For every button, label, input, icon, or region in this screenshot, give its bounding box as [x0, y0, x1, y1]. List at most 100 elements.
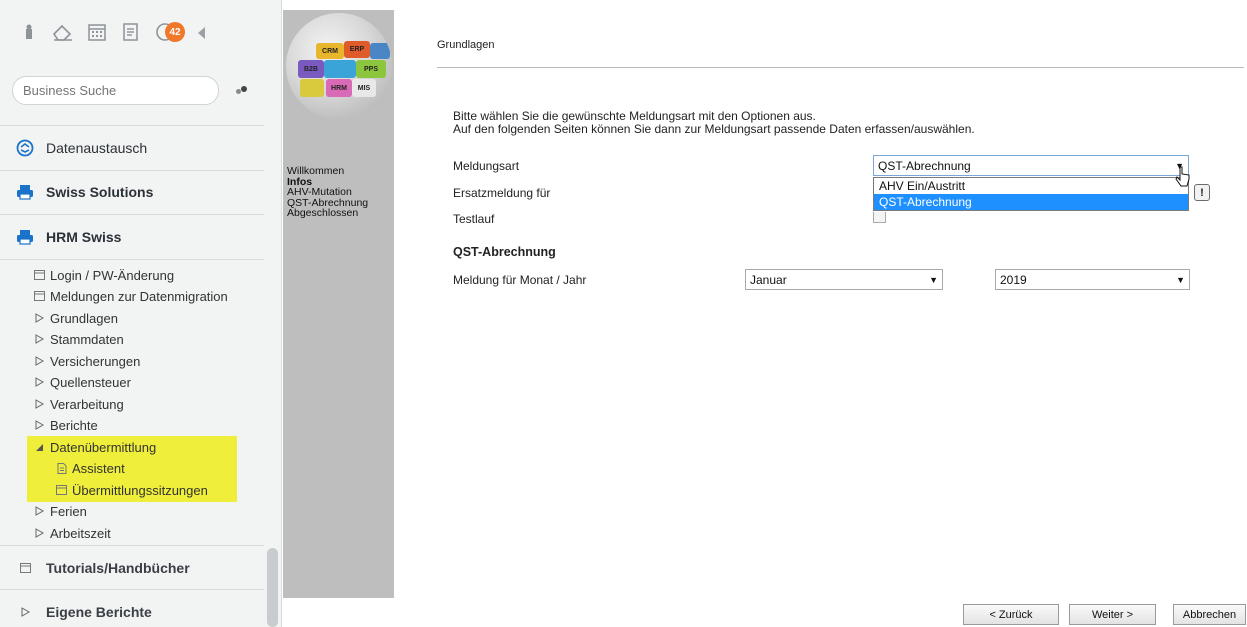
- sub-grundlagen-label: Grundlagen: [50, 310, 118, 326]
- sub-datenuebermittlung[interactable]: Datenübermittlung: [34, 437, 156, 457]
- nav-hrm-swiss[interactable]: HRM Swiss: [0, 215, 264, 259]
- logo-piece: ERP: [344, 41, 370, 58]
- ersatzmeldung-info-button[interactable]: !: [1194, 184, 1210, 201]
- sub-verarbeitung-label: Verarbeitung: [50, 396, 124, 412]
- sub-assistent[interactable]: Assistent: [56, 458, 125, 478]
- triangle-right-icon: [34, 528, 45, 539]
- next-button[interactable]: Weiter >: [1069, 604, 1156, 625]
- sub-berichte-label: Berichte: [50, 417, 98, 433]
- nav-hrm-swiss-label: HRM Swiss: [46, 229, 122, 245]
- triangle-right-icon: [16, 603, 34, 621]
- meldungsart-select[interactable]: QST-Abrechnung ▼: [873, 155, 1189, 176]
- back-button[interactable]: < Zurück: [963, 604, 1059, 625]
- logo-piece-blank: [300, 79, 324, 97]
- triangle-right-icon: [34, 399, 45, 410]
- triangle-right-icon: [34, 334, 45, 345]
- year-value: 2019: [1000, 272, 1027, 287]
- nav-swiss-solutions-label: Swiss Solutions: [46, 184, 154, 200]
- sub-stammdaten-label: Stammdaten: [50, 331, 124, 347]
- business-search-input[interactable]: [12, 76, 219, 105]
- logo-piece-blank: [370, 43, 390, 59]
- year-select[interactable]: 2019 ▼: [995, 269, 1190, 290]
- window-icon: [16, 559, 34, 577]
- notification-badge[interactable]: 42: [165, 22, 185, 42]
- section-heading: QST-Abrechnung: [453, 245, 556, 259]
- chevron-down-icon: ▼: [929, 274, 938, 285]
- divider: [0, 259, 264, 260]
- sub-quellensteuer-label: Quellensteuer: [50, 374, 131, 390]
- triangle-down-icon: [34, 442, 45, 453]
- nav-tutorials-label: Tutorials/Handbücher: [46, 560, 190, 576]
- triangle-right-icon: [34, 377, 45, 388]
- chevron-down-icon: ▼: [1176, 274, 1185, 285]
- testlauf-checkbox[interactable]: [873, 212, 886, 223]
- sub-grundlagen[interactable]: Grundlagen: [34, 308, 118, 328]
- ersatzmeldung-label: Ersatzmeldung für: [453, 186, 551, 200]
- user-pin-icon[interactable]: [18, 21, 40, 43]
- option-qst-abrechnung[interactable]: QST-Abrechnung: [874, 194, 1188, 210]
- sub-versicherungen-label: Versicherungen: [50, 353, 141, 369]
- sub-verarbeitung[interactable]: Verarbeitung: [34, 394, 124, 414]
- sub-meldungen-datenmigration-label: Meldungen zur Datenmigration: [50, 288, 228, 304]
- nav-swiss-solutions[interactable]: Swiss Solutions: [0, 170, 264, 214]
- sub-ferien[interactable]: Ferien: [34, 501, 87, 521]
- option-ahv-ein-austritt[interactable]: AHV Ein/Austritt: [874, 178, 1188, 194]
- sidebar-toolbar: [18, 20, 176, 44]
- logo-piece: HRM: [326, 79, 352, 97]
- logo-piece: CRM: [316, 43, 344, 59]
- list-doc-icon[interactable]: [120, 21, 142, 43]
- puzzle-globe-logo: CRM ERP B2B PPS HRM MIS: [286, 13, 392, 119]
- window-icon: [34, 291, 45, 302]
- triangle-right-icon: [34, 313, 45, 324]
- window-icon: [56, 485, 67, 496]
- breadcrumb: Grundlagen: [437, 39, 495, 51]
- sub-uebermittlungssitzungen-label: Übermittlungssitzungen: [72, 482, 208, 498]
- meldungsart-value: QST-Abrechnung: [878, 158, 971, 173]
- window-icon: [34, 270, 45, 281]
- breadcrumb-divider: [437, 67, 1244, 68]
- step-willkommen[interactable]: Willkommen: [287, 166, 392, 177]
- nav-datenaustausch[interactable]: Datenaustausch: [0, 126, 264, 170]
- eraser-icon[interactable]: [52, 21, 74, 43]
- sidebar-scrollbar-thumb[interactable]: [267, 548, 278, 627]
- sub-ferien-label: Ferien: [50, 503, 87, 519]
- triangle-right-icon: [34, 420, 45, 431]
- sub-datenuebermittlung-label: Datenübermittlung: [50, 439, 157, 455]
- search-options-icon[interactable]: [236, 86, 250, 94]
- wizard-steps-panel: CRM ERP B2B PPS HRM MIS Willkommen Infos…: [283, 10, 394, 598]
- testlauf-label: Testlauf: [453, 212, 495, 226]
- sub-stammdaten[interactable]: Stammdaten: [34, 329, 124, 349]
- sub-uebermittlungssitzungen[interactable]: Übermittlungssitzungen: [56, 480, 208, 500]
- nav-tutorials[interactable]: Tutorials/Handbücher: [0, 546, 264, 590]
- sub-versicherungen[interactable]: Versicherungen: [34, 351, 140, 371]
- monat-jahr-label: Meldung für Monat / Jahr: [453, 273, 587, 287]
- step-ahv-mutation[interactable]: AHV-Mutation: [287, 187, 392, 198]
- sub-quellensteuer[interactable]: Quellensteuer: [34, 372, 131, 392]
- nav-datenaustausch-label: Datenaustausch: [46, 140, 148, 156]
- nav-eigene-berichte-label: Eigene Berichte: [46, 604, 152, 620]
- meldungsart-label: Meldungsart: [453, 159, 520, 173]
- document-icon: [56, 462, 67, 474]
- month-value: Januar: [750, 272, 787, 287]
- sub-assistent-label: Assistent: [72, 460, 125, 476]
- sub-berichte[interactable]: Berichte: [34, 415, 98, 435]
- cancel-button[interactable]: Abbrechen: [1173, 604, 1246, 625]
- step-abgeschlossen[interactable]: Abgeschlossen: [287, 208, 392, 219]
- month-select[interactable]: Januar ▼: [745, 269, 943, 290]
- logo-piece-blank: [324, 60, 356, 78]
- collapse-arrow-icon[interactable]: [198, 27, 205, 39]
- calendar-icon[interactable]: [86, 21, 108, 43]
- logo-piece: MIS: [352, 79, 376, 97]
- sub-arbeitszeit[interactable]: Arbeitszeit: [34, 523, 111, 543]
- sub-login-pw[interactable]: Login / PW-Änderung: [34, 265, 174, 285]
- logo-piece: PPS: [356, 60, 386, 78]
- triangle-right-icon: [34, 356, 45, 367]
- exchange-icon: [16, 139, 34, 157]
- sub-meldungen-datenmigration[interactable]: Meldungen zur Datenmigration: [34, 286, 228, 306]
- nav-eigene-berichte[interactable]: Eigene Berichte: [0, 590, 264, 627]
- printer-icon: [16, 183, 34, 201]
- printer-icon: [16, 228, 34, 246]
- intro-text: Bitte wählen Sie die gewünschte Meldungs…: [453, 110, 975, 136]
- wizard-steps: Willkommen Infos AHV-Mutation QST-Abrech…: [287, 166, 392, 219]
- meldungsart-dropdown-list: AHV Ein/Austritt QST-Abrechnung: [873, 177, 1189, 211]
